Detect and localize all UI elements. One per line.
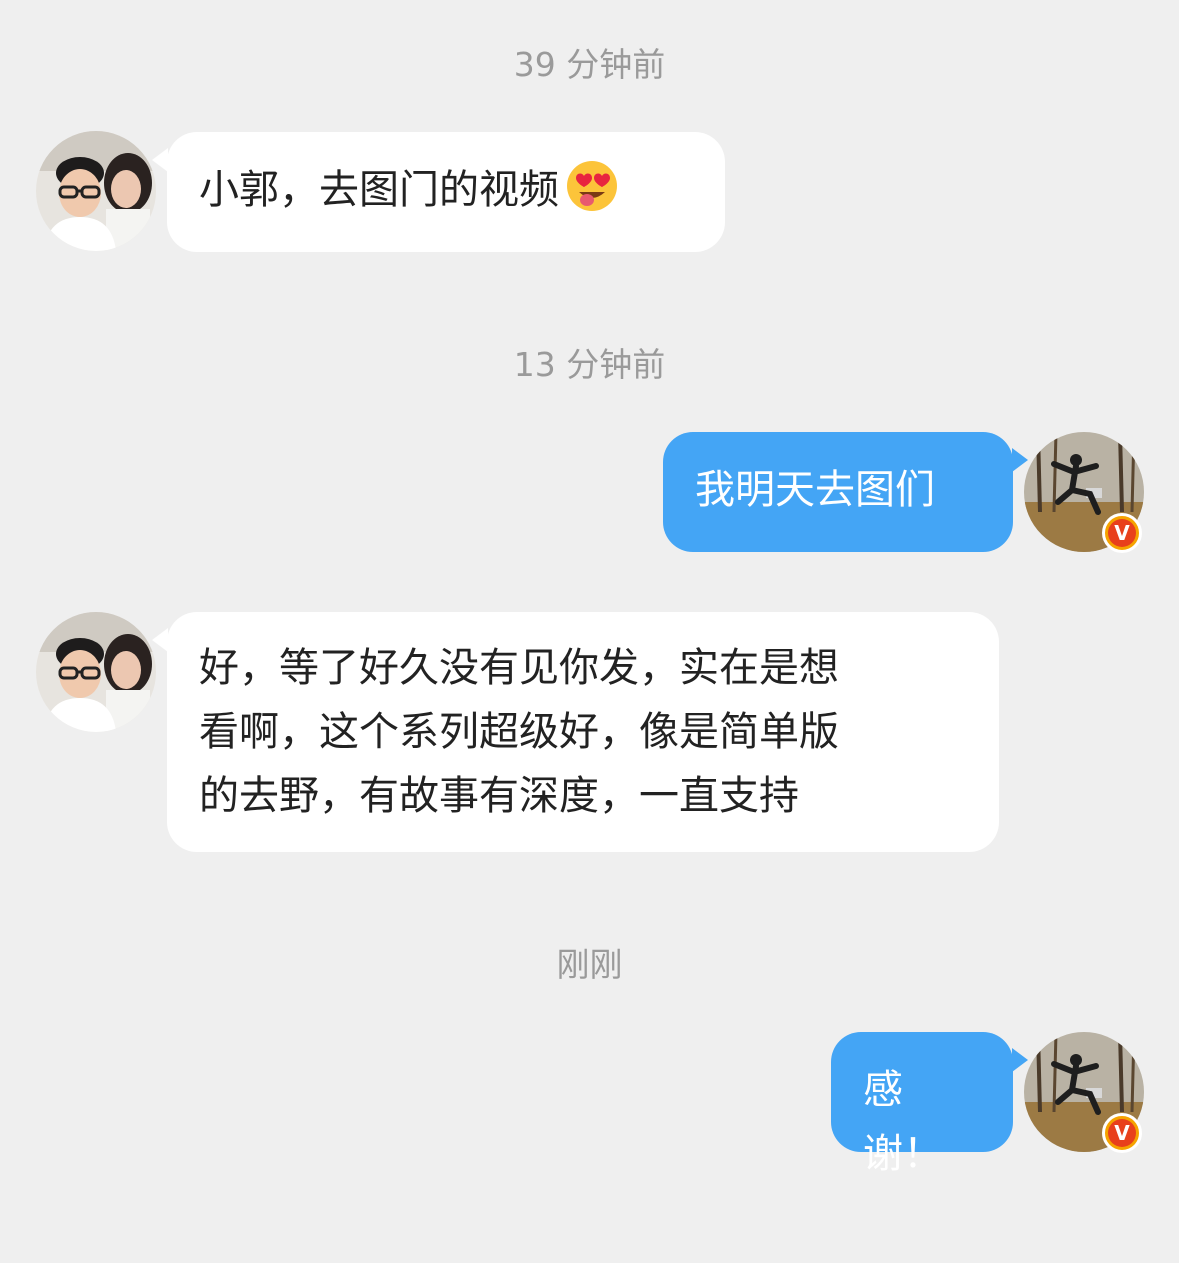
message-text: 小郭，去图门的视频 (199, 167, 559, 213)
message-text-line: 好，等了好久没有见你发，实在是想 (199, 645, 839, 691)
verified-v-icon: V (1108, 519, 1136, 547)
timestamp: 刚刚 (556, 945, 623, 984)
verified-v-icon: V (1108, 1119, 1136, 1147)
bubble-tail (1012, 448, 1028, 472)
message-text: 我明天去图们 (695, 467, 935, 513)
contact-avatar-image (36, 612, 156, 732)
heart-eyes-tongue-emoji-icon (565, 159, 619, 232)
contact-avatar[interactable] (36, 612, 156, 732)
message-bubble-incoming[interactable]: 小郭，去图门的视频 (167, 132, 725, 252)
timestamp: 13 分钟前 (513, 345, 666, 384)
message-text-line: 的去野，有故事有深度，一直支持 (199, 773, 799, 819)
message-text: 感谢！ (863, 1067, 943, 1177)
message-bubble-outgoing[interactable]: 我明天去图们 (663, 432, 1013, 552)
contact-avatar[interactable] (36, 131, 156, 251)
message-bubble-outgoing[interactable]: 感谢！ (831, 1032, 1013, 1177)
bubble-tail (152, 148, 168, 172)
message-bubble-incoming[interactable]: 好，等了好久没有见你发，实在是想 看啊，这个系列超级好，像是简单版 的去野，有故… (167, 612, 999, 852)
verified-badge: V (1102, 513, 1142, 553)
verified-badge: V (1102, 1113, 1142, 1153)
message-text-line: 看啊，这个系列超级好，像是简单版 (199, 709, 839, 755)
bubble-tail (1012, 1048, 1028, 1072)
timestamp: 39 分钟前 (513, 45, 666, 84)
bubble-tail (152, 628, 168, 652)
contact-avatar-image (36, 131, 156, 251)
